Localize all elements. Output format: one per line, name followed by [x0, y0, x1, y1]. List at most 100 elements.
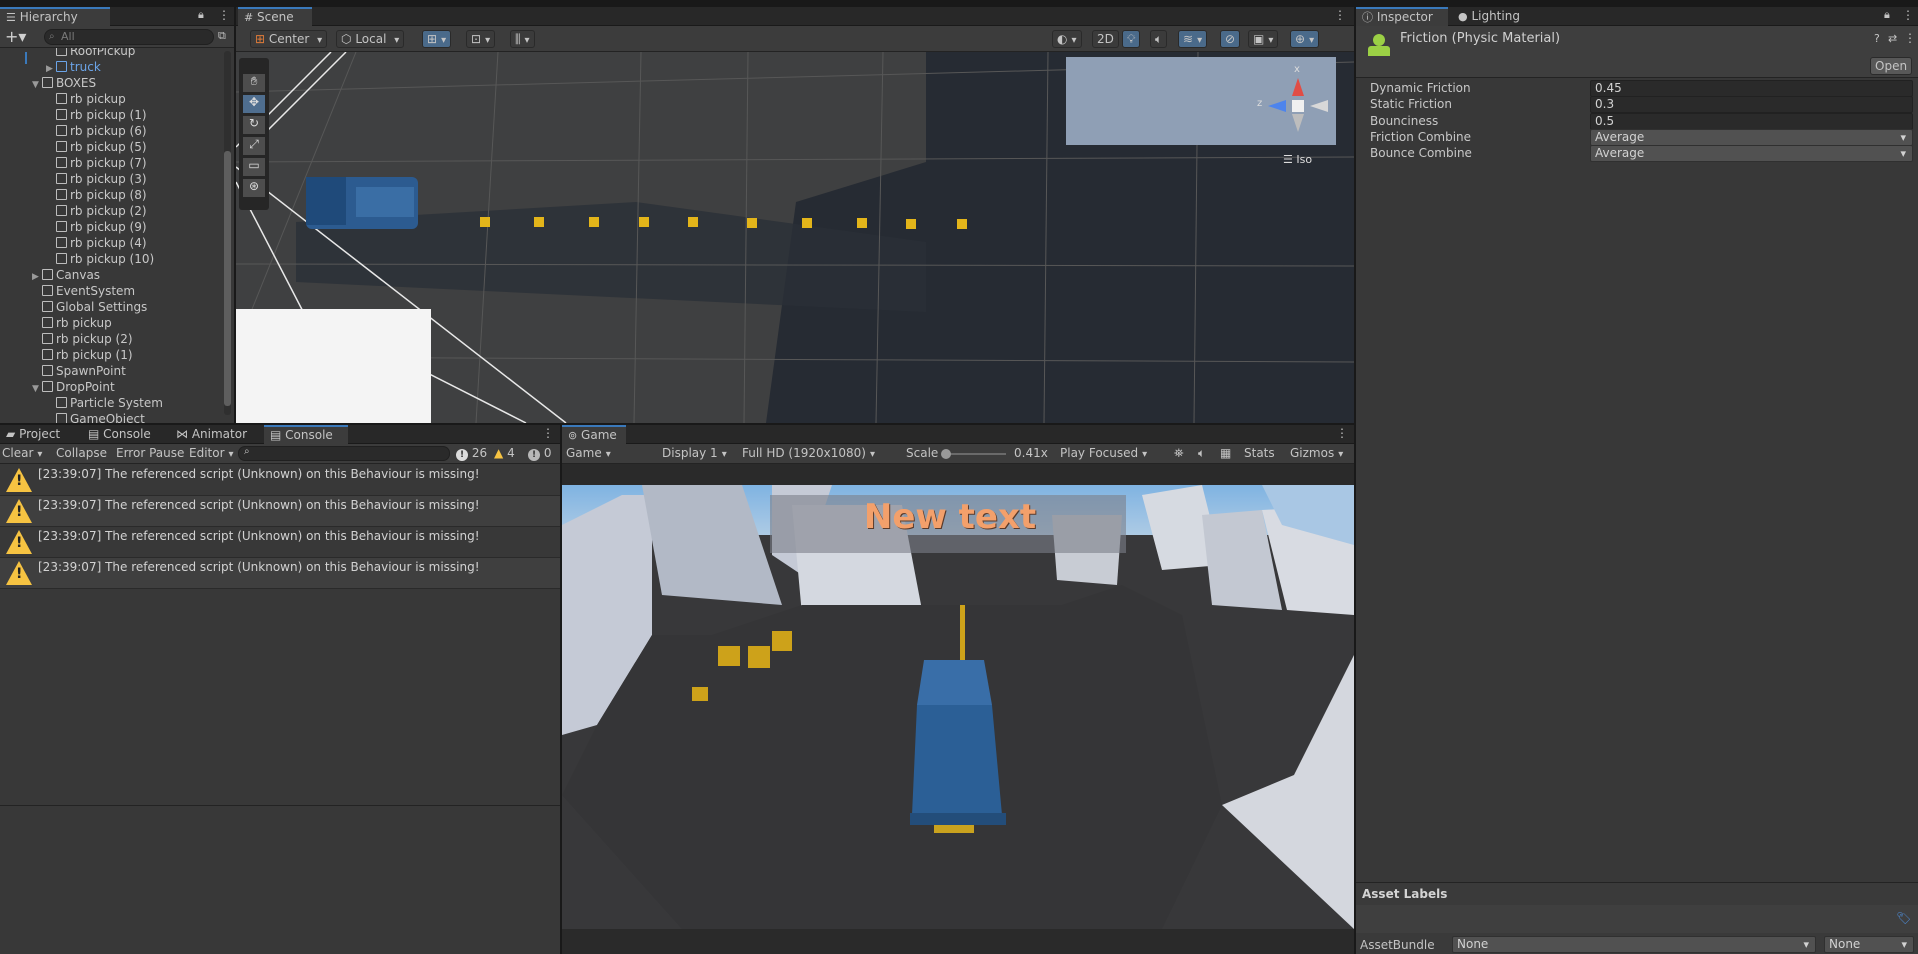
- hierarchy-item[interactable]: rb pickup (4): [0, 235, 147, 251]
- hand-tool-icon[interactable]: ✋︎: [243, 74, 265, 92]
- hierarchy-item[interactable]: rb pickup (5): [0, 139, 147, 155]
- lighting-toggle[interactable]: 💡︎: [1122, 30, 1141, 48]
- console-search-input[interactable]: ⌕: [238, 446, 450, 461]
- hierarchy-item[interactable]: rb pickup (3): [0, 171, 147, 187]
- more-icon[interactable]: ⋮: [1336, 426, 1348, 440]
- hierarchy-search-input[interactable]: ⌕ All: [44, 29, 214, 45]
- toggle-2d-button[interactable]: 2D: [1092, 30, 1119, 48]
- property-dropdown[interactable]: Average: [1590, 145, 1913, 163]
- space-dropdown[interactable]: ⬡ Local: [336, 30, 405, 48]
- gizmos-dropdown[interactable]: Gizmos: [1290, 446, 1343, 460]
- hierarchy-item[interactable]: rb pickup (8): [0, 187, 147, 203]
- hierarchy-item[interactable]: rb pickup (1): [0, 107, 147, 123]
- log-count-toggle[interactable]: ! 26: [456, 446, 487, 461]
- hierarchy-item[interactable]: rb pickup (7): [0, 155, 147, 171]
- view-dropdown[interactable]: Game: [566, 446, 652, 460]
- preset-icon[interactable]: ⇄: [1888, 32, 1897, 45]
- mute-icon[interactable]: 🔈︎: [1198, 446, 1205, 461]
- orientation-gizmo[interactable]: x z: [1256, 64, 1346, 150]
- camera-dropdown[interactable]: ▣: [1248, 30, 1279, 48]
- tab-lighting[interactable]: ● Lighting: [1452, 7, 1528, 26]
- tab-hierarchy[interactable]: ☰ Hierarchy: [0, 7, 110, 26]
- bug-icon[interactable]: ⛯: [1174, 446, 1184, 461]
- stats-button[interactable]: Stats: [1244, 446, 1275, 460]
- transform-tool-icon[interactable]: ⊛: [243, 179, 265, 197]
- hierarchy-item[interactable]: ▶ Canvas: [0, 267, 100, 283]
- hierarchy-item[interactable]: EventSystem: [0, 283, 135, 299]
- more-icon[interactable]: ⋮: [542, 426, 554, 440]
- collapse-button[interactable]: Collapse: [56, 446, 107, 460]
- move-tool-icon[interactable]: ✥: [243, 95, 265, 113]
- resolution-dropdown[interactable]: Full HD (1920x1080): [742, 446, 892, 460]
- gizmo-down-arrow[interactable]: [1292, 114, 1304, 132]
- property-input[interactable]: 0.3: [1590, 96, 1913, 114]
- more-icon[interactable]: ⋮: [1902, 8, 1914, 22]
- tab-scene[interactable]: # Scene: [238, 7, 312, 26]
- gizmo-z-arrow[interactable]: [1268, 100, 1286, 112]
- hierarchy-item[interactable]: GameObject: [0, 411, 145, 423]
- property-input[interactable]: 0.45: [1590, 80, 1913, 97]
- grid-snap-button[interactable]: ⊞: [422, 30, 452, 48]
- asset-bundle-dropdown[interactable]: None: [1452, 936, 1816, 953]
- property-dropdown[interactable]: Average: [1590, 128, 1913, 146]
- hierarchy-item[interactable]: Global Settings: [0, 299, 147, 315]
- pivot-dropdown[interactable]: ⊞ Center: [250, 30, 328, 48]
- lock-icon[interactable]: 🔒︎: [1884, 8, 1890, 22]
- error-pause-button[interactable]: Error Pause: [116, 446, 184, 460]
- tab-project[interactable]: ▰ Project: [0, 425, 68, 444]
- tab-console-active[interactable]: ▤ Console: [264, 425, 348, 444]
- grid-visible-button[interactable]: ⊡: [466, 30, 496, 48]
- hierarchy-item[interactable]: RoofPickup: [0, 48, 135, 59]
- scale-tool-icon[interactable]: ⤢: [243, 137, 265, 155]
- hierarchy-item[interactable]: ▼ BOXES: [0, 75, 96, 91]
- scale-slider[interactable]: [941, 449, 1006, 459]
- hierarchy-item[interactable]: rb pickup (1): [0, 347, 133, 363]
- audio-toggle[interactable]: 🔈︎: [1150, 30, 1168, 48]
- open-button[interactable]: Open: [1870, 57, 1913, 75]
- property-input[interactable]: 0.5: [1590, 112, 1913, 130]
- console-log-row[interactable]: ! [23:39:07] The referenced script (Unkno…: [0, 496, 560, 527]
- tab-game[interactable]: ⊚ Game: [562, 425, 626, 444]
- gizmo-right-arrow[interactable]: [1310, 100, 1328, 112]
- add-icon[interactable]: +▾: [5, 27, 26, 46]
- draw-mode-dropdown[interactable]: ◐: [1052, 30, 1082, 48]
- lock-icon[interactable]: 🔒︎: [198, 8, 204, 22]
- tab-console[interactable]: ▤ Console: [82, 425, 159, 444]
- more-icon[interactable]: ⋮: [1904, 31, 1916, 45]
- hierarchy-item[interactable]: ▼ DropPoint: [0, 379, 115, 395]
- slider-handle[interactable]: [941, 449, 951, 459]
- hierarchy-item[interactable]: SpawnPoint: [0, 363, 126, 379]
- effects-dropdown[interactable]: ≋: [1178, 30, 1208, 48]
- grid-icon[interactable]: ▦: [1220, 446, 1231, 460]
- play-mode-dropdown[interactable]: Play Focused: [1060, 446, 1164, 460]
- hierarchy-item[interactable]: ▶ truck: [0, 59, 101, 75]
- scene-visibility-icon[interactable]: ⧉: [218, 29, 226, 43]
- hierarchy-item[interactable]: rb pickup: [0, 91, 126, 107]
- console-log-row[interactable]: ! [23:39:07] The referenced script (Unkno…: [0, 465, 560, 496]
- more-icon[interactable]: ⋮: [1334, 8, 1346, 22]
- tag-icon[interactable]: 🏷︎: [1896, 911, 1911, 925]
- hierarchy-item[interactable]: rb pickup: [0, 315, 112, 331]
- rect-tool-icon[interactable]: ▭: [243, 158, 265, 176]
- warning-count-toggle[interactable]: ▲ 4: [494, 446, 515, 460]
- display-dropdown[interactable]: Display 1: [662, 446, 727, 460]
- scrollbar-thumb[interactable]: [224, 151, 231, 406]
- editor-dropdown[interactable]: Editor: [189, 446, 234, 460]
- gizmos-dropdown[interactable]: ⊕: [1290, 30, 1320, 48]
- clear-button[interactable]: Clear: [2, 446, 42, 460]
- projection-toggle[interactable]: ☰ Iso: [1283, 153, 1312, 166]
- game-viewport[interactable]: New text: [562, 485, 1354, 929]
- scene-viewport[interactable]: ✋︎ ✥ ↻ ⤢ ▭ ⊛ x z ☰ Iso: [236, 52, 1354, 423]
- more-icon[interactable]: ⋮: [218, 8, 230, 22]
- error-count-toggle[interactable]: ! 0: [528, 446, 551, 461]
- hierarchy-item[interactable]: Particle System: [0, 395, 163, 411]
- help-icon[interactable]: ?: [1874, 32, 1880, 45]
- console-log-row[interactable]: ! [23:39:07] The referenced script (Unkno…: [0, 527, 560, 558]
- hierarchy-item[interactable]: rb pickup (2): [0, 331, 133, 347]
- gizmo-center-cube[interactable]: [1292, 100, 1304, 112]
- asset-variant-dropdown[interactable]: None: [1824, 936, 1914, 953]
- hierarchy-item[interactable]: rb pickup (10): [0, 251, 154, 267]
- console-log-row[interactable]: ! [23:39:07] The referenced script (Unkno…: [0, 558, 560, 589]
- hierarchy-scrollbar[interactable]: [224, 51, 231, 415]
- increment-snap-button[interactable]: ⫼: [510, 30, 535, 48]
